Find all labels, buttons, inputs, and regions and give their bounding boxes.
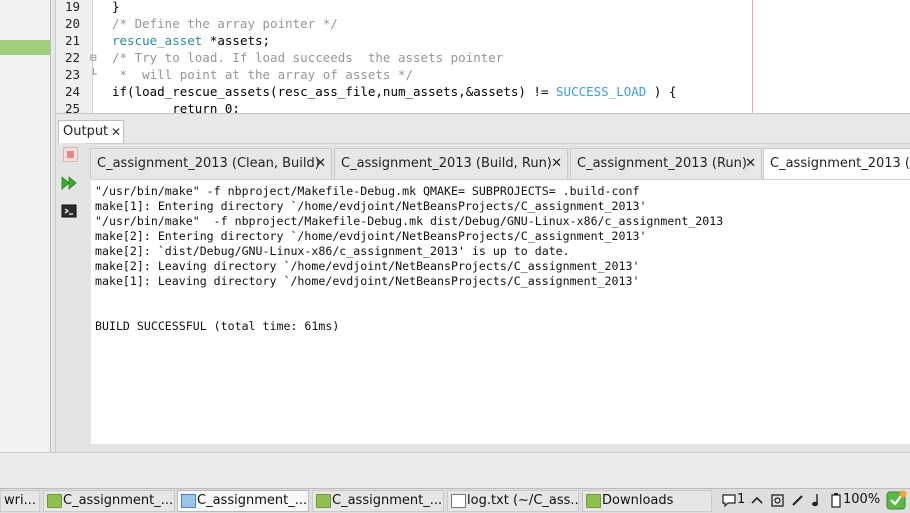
pen-icon[interactable] xyxy=(791,490,805,510)
taskbar-item-writer[interactable]: wri... xyxy=(0,490,40,512)
code-text: if(load_rescue_assets(resc_ass_file,num_… xyxy=(112,83,676,100)
taskbar-item-log[interactable]: log.txt (~/C_ass... xyxy=(447,490,579,512)
code-text: /* Try to load. If load succeeds the ass… xyxy=(112,49,503,66)
code-token: SUCCESS_LOAD xyxy=(556,84,647,99)
output-line: make[2]: `dist/Debug/GNU-Linux-x86/c_ass… xyxy=(95,244,570,258)
text-file-icon xyxy=(451,494,466,508)
output-window-tab[interactable]: Output ✕ xyxy=(58,120,124,143)
code-token: /* Try to load. If load succeeds the ass… xyxy=(112,50,504,65)
code-token: rescue_asset xyxy=(112,33,203,48)
fold-icon[interactable]: ⊟ xyxy=(90,49,100,66)
chevron-up-icon[interactable] xyxy=(751,490,763,510)
screenshot-icon[interactable] xyxy=(771,490,785,510)
code-token: *assets; xyxy=(202,33,271,48)
line-number: 24 xyxy=(64,84,80,99)
close-icon[interactable]: ✕ xyxy=(745,149,756,179)
code-text: * will point at the array of assets */ xyxy=(112,66,414,83)
tab-label: C_assignment_2013 (B xyxy=(770,156,910,171)
output-line: "/usr/bin/make" -f nbproject/Makefile-De… xyxy=(95,184,640,198)
battery-icon xyxy=(831,493,841,508)
code-token: /* Define the array pointer */ xyxy=(112,16,338,31)
close-icon[interactable]: ✕ xyxy=(111,121,121,143)
volume-icon[interactable] xyxy=(811,490,825,510)
tab-label: C_assignment_2013 (Run) xyxy=(577,156,747,171)
line-number: 19 xyxy=(64,0,80,14)
taskbar-item-label: C_assignment_... xyxy=(197,493,308,508)
notification-count: 1 xyxy=(737,492,746,507)
taskbar-item-folder[interactable]: C_assignment_... xyxy=(43,490,175,512)
tab-build-run[interactable]: C_assignment_2013 (Build, Run) ✕ xyxy=(334,148,568,179)
terminal-icon[interactable] xyxy=(61,203,77,219)
line-number: 23 xyxy=(64,67,80,82)
taskbar-item-netbeans[interactable]: C_assignment_... xyxy=(177,490,309,512)
update-shield-icon[interactable] xyxy=(886,490,908,510)
code-text: /* Define the array pointer */ xyxy=(112,15,338,32)
taskbar-item-label: Downloads xyxy=(602,493,674,508)
taskbar-item-label: wri... xyxy=(4,493,36,508)
code-token: ) { xyxy=(646,84,677,99)
output-tab-label: Output xyxy=(63,124,109,139)
tab-label: C_assignment_2013 (Build, Run) xyxy=(341,156,552,171)
folder-icon xyxy=(586,494,601,508)
tab-run[interactable]: C_assignment_2013 (Run) ✕ xyxy=(570,148,762,179)
output-line: BUILD SUCCESSFUL (total time: 61ms) xyxy=(95,319,340,333)
code-token: if(load_rescue_assets(resc_ass_file,num_… xyxy=(112,84,557,99)
output-panel-header xyxy=(56,113,910,144)
rerun-icon[interactable] xyxy=(61,175,77,191)
right-margin-line xyxy=(752,0,753,113)
tab-clean-build[interactable]: C_assignment_2013 (Clean, Build) ✕ xyxy=(90,148,332,179)
taskbar-item-label: C_assignment_... xyxy=(63,493,174,508)
notifications[interactable]: 1 xyxy=(722,490,748,510)
folder-icon xyxy=(316,494,331,508)
code-token: } xyxy=(112,0,120,14)
line-number: 20 xyxy=(64,16,80,31)
tab-label: C_assignment_2013 (Clean, Build) xyxy=(97,156,320,171)
left-panel xyxy=(0,0,51,452)
folder-icon xyxy=(47,494,62,508)
tab-active-build[interactable]: C_assignment_2013 (B xyxy=(763,148,910,180)
code-text: rescue_asset *assets; xyxy=(112,32,270,49)
battery-percent: 100% xyxy=(843,492,881,507)
output-line: make[1]: Leaving directory `/home/evdjoi… xyxy=(95,274,640,288)
battery-indicator[interactable]: 100% xyxy=(831,490,881,510)
output-line: make[2]: Leaving directory `/home/evdjoi… xyxy=(95,259,640,273)
close-icon[interactable]: ✕ xyxy=(315,149,326,179)
output-line: make[1]: Entering directory `/home/evdjo… xyxy=(95,199,647,213)
status-bar xyxy=(0,452,910,489)
stop-icon[interactable] xyxy=(63,147,78,162)
taskbar-item-label: log.txt (~/C_ass... xyxy=(467,493,579,508)
output-line: "/usr/bin/make" -f nbproject/Makefile-De… xyxy=(95,214,724,228)
output-line: make[2]: Entering directory `/home/evdjo… xyxy=(95,229,647,243)
taskbar-item-folder-2[interactable]: C_assignment_... xyxy=(312,490,444,512)
fold-icon[interactable]: └ xyxy=(90,66,100,83)
line-number: 22 xyxy=(64,50,80,65)
line-number: 21 xyxy=(64,33,80,48)
close-icon[interactable]: ✕ xyxy=(551,149,562,179)
taskbar-item-label: C_assignment_... xyxy=(332,493,443,508)
code-text: } xyxy=(112,0,120,15)
taskbar-item-downloads[interactable]: Downloads xyxy=(582,490,712,512)
code-token: * will point at the array of assets */ xyxy=(112,67,414,82)
chat-icon xyxy=(722,494,736,507)
netbeans-icon xyxy=(181,494,196,508)
selected-row-highlight[interactable] xyxy=(0,40,50,55)
